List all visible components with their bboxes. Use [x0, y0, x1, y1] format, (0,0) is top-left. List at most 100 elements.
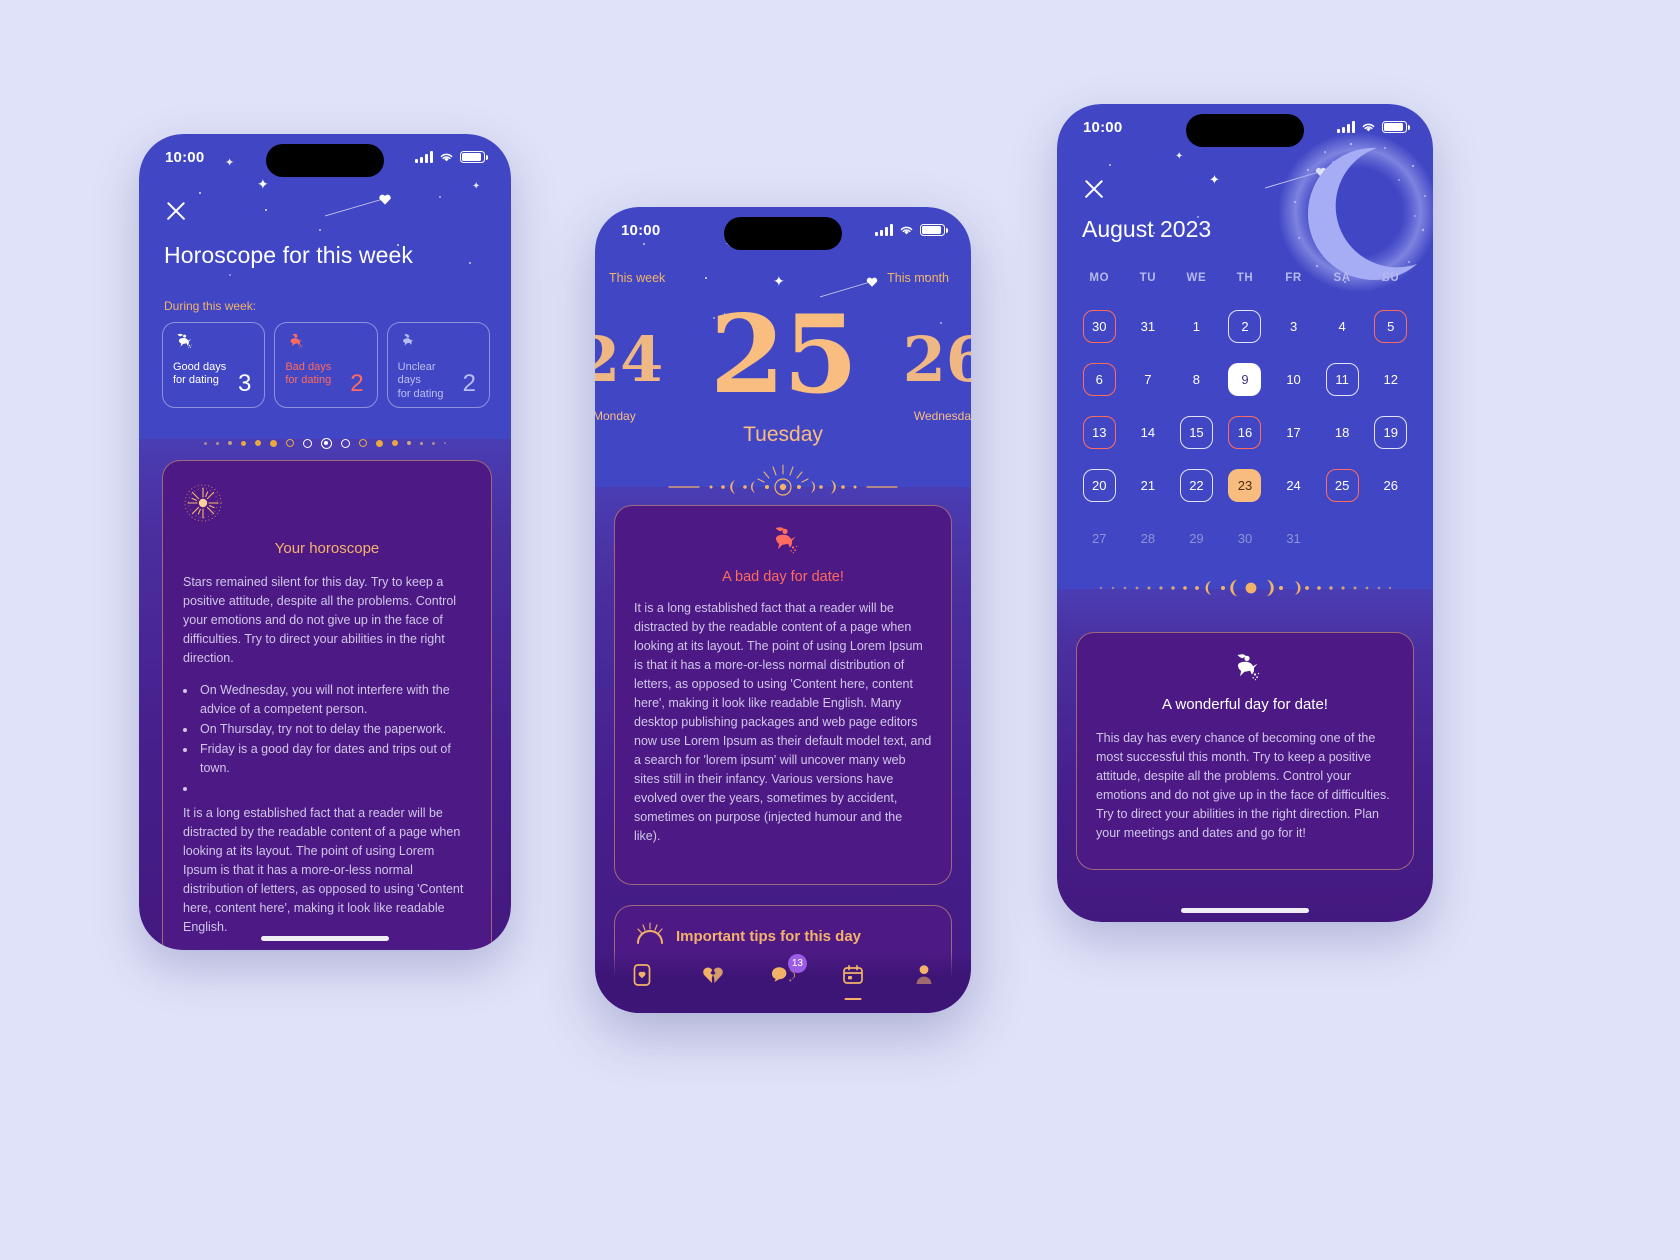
- calendar-cell: 26: [1366, 463, 1415, 507]
- calendar-day[interactable]: 1: [1180, 310, 1213, 343]
- calendar-day[interactable]: 30: [1228, 522, 1261, 555]
- nav-item-matches[interactable]: [693, 958, 733, 992]
- list-item: [197, 779, 471, 791]
- star: [469, 262, 471, 264]
- stat-card-unclear-days[interactable]: Unclear days for dating 2: [386, 322, 490, 408]
- calendar-day[interactable]: 31: [1277, 522, 1310, 555]
- calendar-cell: 30: [1075, 304, 1124, 348]
- stat-count: 3: [237, 370, 252, 397]
- weekday-label: SU: [1382, 272, 1400, 284]
- calendar-cell: 3: [1269, 304, 1318, 348]
- calendar-cell: 17: [1269, 410, 1318, 454]
- stat-label: Good days for dating: [173, 361, 229, 388]
- calendar-day: [1374, 522, 1407, 555]
- signal-icon: [415, 151, 433, 163]
- calendar-day[interactable]: 10: [1277, 363, 1310, 396]
- calendar-day[interactable]: 2: [1228, 309, 1262, 343]
- tab-this-week[interactable]: This week: [609, 271, 665, 285]
- calendar-day[interactable]: 25: [1325, 468, 1359, 502]
- nav-item-chat[interactable]: 13: [763, 954, 807, 992]
- calendar-day[interactable]: 31: [1131, 310, 1164, 343]
- calendar-cell: 4: [1318, 304, 1367, 348]
- calendar-day[interactable]: 28: [1131, 522, 1164, 555]
- nav-item-calendar[interactable]: [833, 958, 873, 1000]
- day-number-next[interactable]: 26: [903, 329, 971, 391]
- calendar-day[interactable]: 20: [1082, 468, 1116, 502]
- status-time: 10:00: [621, 221, 661, 239]
- calendar-cell: 30: [1221, 516, 1270, 560]
- cupid-icon: [398, 333, 480, 353]
- calendar-day[interactable]: 3: [1277, 310, 1310, 343]
- calendar-day[interactable]: 8: [1180, 363, 1213, 396]
- stat-card-good-days[interactable]: Good days for dating 3: [162, 322, 266, 408]
- day-name-current: Tuesday: [743, 423, 823, 446]
- wonderful-day-paragraph: This day has every chance of becoming on…: [1096, 731, 1390, 840]
- signal-icon: [1337, 121, 1355, 133]
- weekday-header: MO TU WE TH FR SA SU: [1075, 272, 1415, 284]
- calendar-day[interactable]: 12: [1374, 363, 1407, 396]
- dynamic-island: [266, 144, 384, 177]
- calendar-day[interactable]: 26: [1374, 469, 1407, 502]
- nav-item-profile[interactable]: [904, 958, 944, 992]
- dynamic-island: [1186, 114, 1304, 147]
- calendar-day[interactable]: 16: [1228, 415, 1262, 449]
- shooting-star-icon: [325, 194, 391, 217]
- calendar-day[interactable]: 24: [1277, 469, 1310, 502]
- calendar-cell: 22: [1172, 463, 1221, 507]
- profile-icon: [916, 965, 932, 984]
- calendar-day[interactable]: 27: [1083, 522, 1116, 555]
- screen-2: ✦ ✦ ✦ 10:00 This w: [595, 207, 971, 1013]
- status-icons: [875, 224, 948, 236]
- calendar-cell: 8: [1172, 357, 1221, 401]
- signal-icon: [875, 224, 893, 236]
- tips-header: Important tips for this day: [634, 922, 932, 951]
- close-icon[interactable]: [1081, 176, 1107, 202]
- calendar-cell: [1318, 516, 1367, 560]
- cupid-icon: [1096, 653, 1394, 688]
- stat-label-line1: Good days: [173, 361, 227, 373]
- star: [705, 277, 707, 279]
- calendar-day[interactable]: 4: [1326, 310, 1359, 343]
- stat-label-line2: for dating: [397, 387, 444, 400]
- calendar-day[interactable]: 23: [1228, 468, 1262, 502]
- calendar-cell: 31: [1269, 516, 1318, 560]
- nav-item-cards[interactable]: [622, 958, 662, 992]
- cupid-icon: [285, 333, 367, 353]
- calendar-day[interactable]: 17: [1277, 416, 1310, 449]
- calendar-day[interactable]: 5: [1374, 309, 1408, 343]
- star: [439, 196, 441, 198]
- tab-this-month[interactable]: This month: [887, 271, 949, 285]
- calendar-day[interactable]: 11: [1325, 362, 1359, 396]
- calendar-day[interactable]: 18: [1326, 416, 1359, 449]
- chat-badge: 13: [787, 954, 807, 973]
- stat-label: Unclear days for dating: [398, 361, 454, 401]
- horoscope-paragraph-1: Stars remained silent for this day. Try …: [183, 575, 457, 665]
- calendar-cell: 13: [1075, 410, 1124, 454]
- calendar-day: [1326, 522, 1359, 555]
- calendar-day[interactable]: 19: [1374, 415, 1408, 449]
- star: [229, 274, 231, 276]
- calendar-day[interactable]: 7: [1131, 363, 1164, 396]
- day-name-next: Wednesday: [913, 409, 971, 423]
- card-heading: A bad day for date!: [722, 569, 844, 585]
- calendar-day[interactable]: 13: [1082, 415, 1116, 449]
- calendar-day[interactable]: 6: [1082, 362, 1116, 396]
- close-icon[interactable]: [163, 198, 189, 224]
- calendar-day[interactable]: 30: [1082, 309, 1116, 343]
- calendar-day[interactable]: 22: [1179, 468, 1213, 502]
- cupid-icon: [634, 526, 932, 561]
- weekday-label: WE: [1186, 272, 1207, 284]
- calendar-cell: 24: [1269, 463, 1318, 507]
- calendar-day[interactable]: 15: [1179, 415, 1213, 449]
- calendar-day[interactable]: 14: [1131, 416, 1164, 449]
- wifi-icon: [1362, 123, 1375, 132]
- weekday-label: TH: [1236, 272, 1254, 284]
- moon-phase-indicator[interactable]: [139, 434, 511, 452]
- stat-card-bad-days[interactable]: Bad days for dating 2: [274, 322, 378, 408]
- day-number-prev[interactable]: 24: [595, 329, 663, 391]
- calendar-day[interactable]: 9: [1228, 362, 1262, 396]
- calendar-day[interactable]: 21: [1131, 469, 1164, 502]
- calendar-day[interactable]: 29: [1180, 522, 1213, 555]
- calendar-cell: 2: [1221, 304, 1270, 348]
- home-indicator: [1181, 908, 1309, 913]
